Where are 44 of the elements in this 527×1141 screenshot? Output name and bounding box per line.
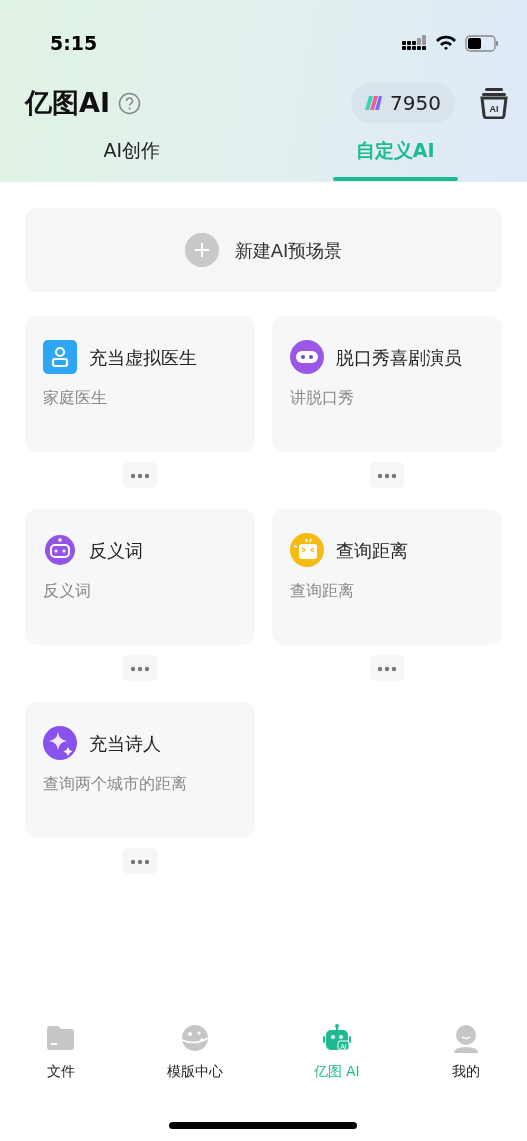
scene-title: 脱口秀喜剧演员 xyxy=(336,345,462,370)
sparkle-icon xyxy=(43,726,77,760)
nav-tab[interactable]: 我的 xyxy=(404,1022,527,1083)
more-button[interactable] xyxy=(370,655,404,681)
scene-title: 充当诗人 xyxy=(89,731,161,756)
robot-icon xyxy=(43,533,77,567)
scene-card[interactable]: 反义词 反义词 xyxy=(25,509,255,645)
more-button[interactable] xyxy=(123,655,157,681)
nav-tab[interactable]: 文件 xyxy=(0,1022,123,1083)
wifi-icon xyxy=(435,35,457,51)
scene-card[interactable]: 脱口秀喜剧演员 讲脱口秀 xyxy=(272,316,502,452)
nav-tab[interactable]: 模版中心 xyxy=(122,1022,269,1083)
more-icon xyxy=(130,665,150,672)
more-icon xyxy=(130,472,150,479)
more-icon xyxy=(130,858,150,865)
scene-subtitle: 家庭医生 xyxy=(43,387,108,409)
new-scene-button[interactable]: 新建AI预场景 xyxy=(25,208,502,292)
scene-subtitle: 反义词 xyxy=(43,580,92,602)
mask-icon xyxy=(290,340,324,374)
scene-card[interactable]: 充当虚拟医生 家庭医生 xyxy=(25,316,255,452)
scene-title: 查询距离 xyxy=(336,538,408,563)
more-icon xyxy=(377,472,397,479)
scene-card[interactable]: 查询距离 查询距离 xyxy=(272,509,502,645)
scene-subtitle: 查询两个城市的距离 xyxy=(43,773,188,795)
more-button[interactable] xyxy=(370,462,404,488)
battery-icon xyxy=(465,34,499,52)
scene-subtitle: 查询距离 xyxy=(290,580,355,602)
points-badge[interactable]: 7950 xyxy=(351,83,455,123)
scene-title: 充当虚拟医生 xyxy=(89,345,197,370)
person-icon xyxy=(43,340,77,374)
scene-title: 反义词 xyxy=(89,538,143,563)
logo-icon xyxy=(365,96,383,110)
scene-subtitle: 讲脱口秀 xyxy=(290,387,355,409)
scene-card[interactable]: 充当诗人 查询两个城市的距离 xyxy=(25,702,255,838)
tab[interactable]: AI创作 xyxy=(69,136,195,177)
more-button[interactable] xyxy=(123,462,157,488)
app-title: 亿图AI xyxy=(25,85,110,120)
help-icon[interactable] xyxy=(117,91,141,115)
signal-icon xyxy=(402,35,427,51)
more-button[interactable] xyxy=(123,848,157,874)
status-time: 5:15 xyxy=(50,30,98,56)
face-icon xyxy=(290,533,324,567)
more-icon xyxy=(377,665,397,672)
plus-icon xyxy=(184,233,219,267)
